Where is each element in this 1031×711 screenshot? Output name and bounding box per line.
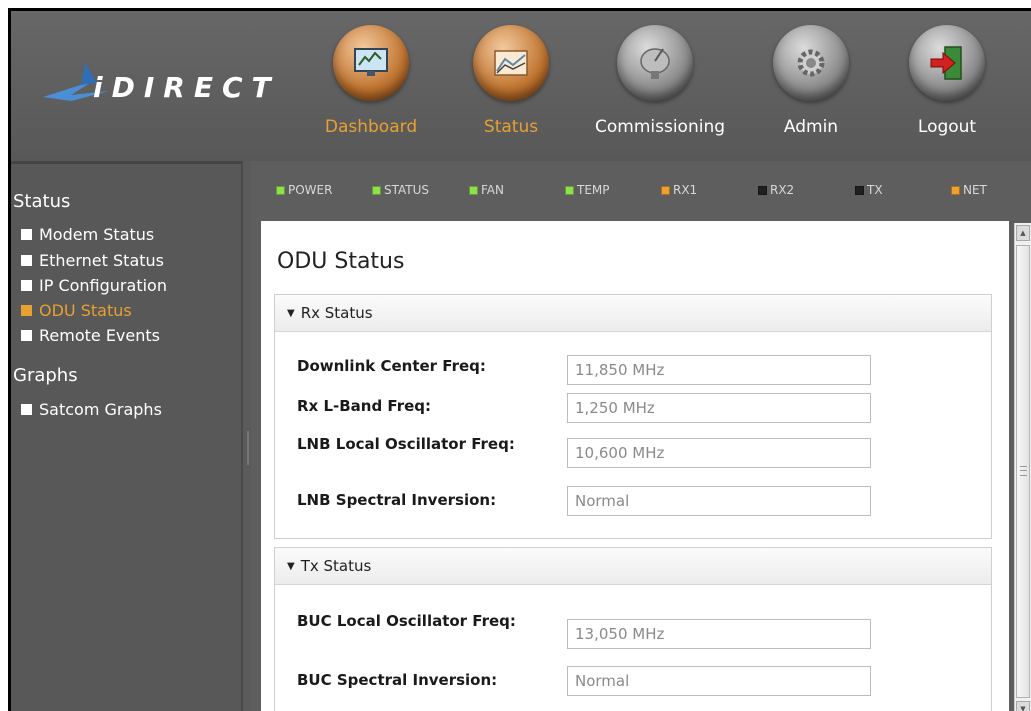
bullet-square-icon [21, 255, 32, 266]
nav-dashboard[interactable]: Dashboard [311, 23, 431, 153]
sidebar-heading-graphs: Graphs [13, 365, 78, 386]
bullet-square-icon [21, 404, 32, 415]
led-indicator-icon [758, 185, 767, 195]
led-rx2: RX2 [758, 183, 794, 197]
sidebar-heading-status: Status [13, 191, 71, 212]
sidebar-item-label: Ethernet Status [39, 251, 164, 270]
field-label: BUC Spectral Inversion: [297, 671, 498, 689]
sidebar-item-satcom-graphs[interactable]: Satcom Graphs [21, 400, 162, 419]
bullet-square-icon [21, 305, 32, 316]
led-net: NET [951, 183, 987, 197]
nav-admin[interactable]: Admin [751, 23, 871, 153]
nav-status[interactable]: Status [451, 23, 571, 153]
sidebar-item-remote-events[interactable]: Remote Events [21, 326, 160, 345]
sidebar: Status Modem Status Ethernet Status IP C… [11, 161, 243, 711]
dashboard-monitor-icon [333, 25, 409, 101]
nav-status-label: Status [483, 117, 539, 137]
field-row: Rx L-Band Freq: [297, 397, 567, 416]
sidebar-item-ethernet-status[interactable]: Ethernet Status [21, 251, 164, 270]
field-row: BUC Spectral Inversion: [297, 671, 567, 690]
led-indicator-icon [565, 185, 574, 195]
lnb-spectral-inversion-field[interactable] [567, 486, 871, 516]
logo-text: iDIRECT [93, 71, 280, 104]
sidebar-item-label: Remote Events [39, 326, 160, 345]
content-area: ODU Status ▼ Rx Status Downlink Center Fr… [261, 221, 1009, 711]
nav-commissioning-label: Commissioning [595, 117, 726, 137]
led-indicator-icon [469, 185, 478, 195]
led-indicator-icon [276, 185, 285, 195]
led-indicator-icon [855, 185, 864, 195]
sidebar-item-ip-configuration[interactable]: IP Configuration [21, 276, 167, 295]
led-power: POWER [276, 183, 332, 197]
nav-logout[interactable]: Logout [887, 23, 1007, 153]
sidebar-item-modem-status[interactable]: Modem Status [21, 225, 154, 244]
lnb-local-oscillator-freq-field[interactable] [567, 438, 871, 468]
led-status: STATUS [372, 183, 429, 197]
scroll-thumb[interactable] [1016, 245, 1030, 698]
scroll-down-button[interactable]: ▼ [1016, 701, 1030, 711]
field-row: LNB Spectral Inversion: [297, 491, 567, 510]
tx-status-header[interactable]: ▼ Tx Status [275, 548, 991, 585]
rx-status-panel: ▼Rx Status Downlink Center Freq: Rx L-Ba… [274, 294, 992, 539]
sidebar-item-odu-status[interactable]: ODU Status [21, 301, 132, 320]
caret-down-icon: ▼ [287, 560, 295, 572]
main-panel: POWER STATUS FAN TEMP RX1 RX2 TX NET ODU… [251, 161, 1031, 711]
top-navigation-bar: iDIRECT Dashboard Status Commissioning A [11, 11, 1031, 161]
bullet-square-icon [21, 330, 32, 341]
buc-spectral-inversion-field[interactable] [567, 666, 871, 696]
rx-status-header[interactable]: ▼ Rx Status [275, 295, 991, 332]
led-tx: TX [855, 183, 883, 197]
led-temp: TEMP [565, 183, 610, 197]
bullet-square-icon [21, 229, 32, 240]
nav-logout-label: Logout [917, 117, 977, 137]
led-indicator-icon [372, 185, 381, 195]
nav-dashboard-label: Dashboard [324, 117, 418, 137]
led-status-bar: POWER STATUS FAN TEMP RX1 RX2 TX NET [251, 161, 1031, 209]
downlink-center-freq-field[interactable] [567, 355, 871, 385]
field-label: Rx L-Band Freq: [297, 397, 432, 415]
sidebar-item-label: Modem Status [39, 225, 155, 244]
field-label: Downlink Center Freq: [297, 357, 486, 375]
field-label: BUC Local Oscillator Freq: [297, 612, 516, 630]
nav-commissioning[interactable]: Commissioning [595, 23, 726, 153]
field-row: Downlink Center Freq: [297, 357, 567, 376]
field-label: LNB Spectral Inversion: [297, 491, 497, 509]
field-label: LNB Local Oscillator Freq: [297, 435, 515, 453]
app-window: iDIRECT Dashboard Status Commissioning A [8, 8, 1031, 711]
caret-down-icon: ▼ [287, 307, 295, 319]
idirect-logo: iDIRECT [41, 61, 291, 121]
vertical-scrollbar[interactable]: ▲ ▼ [1014, 223, 1031, 711]
led-indicator-icon [951, 185, 960, 195]
satellite-dish-icon [617, 25, 693, 101]
nav-admin-label: Admin [783, 117, 839, 137]
exit-door-icon [909, 25, 985, 101]
tx-status-panel: ▼Tx Status BUC Local Oscillator Freq: BU… [274, 547, 992, 711]
gear-icon [773, 25, 849, 101]
grip-lines-icon [1020, 466, 1027, 476]
page-title: ODU Status [277, 249, 405, 274]
led-fan: FAN [469, 183, 504, 197]
sidebar-resize-handle[interactable] [247, 431, 249, 465]
field-row: LNB Local Oscillator Freq: [297, 435, 527, 454]
field-row: BUC Local Oscillator Freq: [297, 612, 527, 631]
sidebar-item-label: IP Configuration [39, 276, 167, 295]
led-rx1: RX1 [661, 183, 697, 197]
status-graph-icon [473, 25, 549, 101]
sidebar-item-label: ODU Status [39, 301, 132, 320]
buc-local-oscillator-freq-field[interactable] [567, 619, 871, 649]
led-indicator-icon [661, 185, 670, 195]
scroll-up-button[interactable]: ▲ [1016, 225, 1030, 241]
sidebar-item-label: Satcom Graphs [39, 400, 162, 419]
rx-lband-freq-field[interactable] [567, 393, 871, 423]
bullet-square-icon [21, 280, 32, 291]
